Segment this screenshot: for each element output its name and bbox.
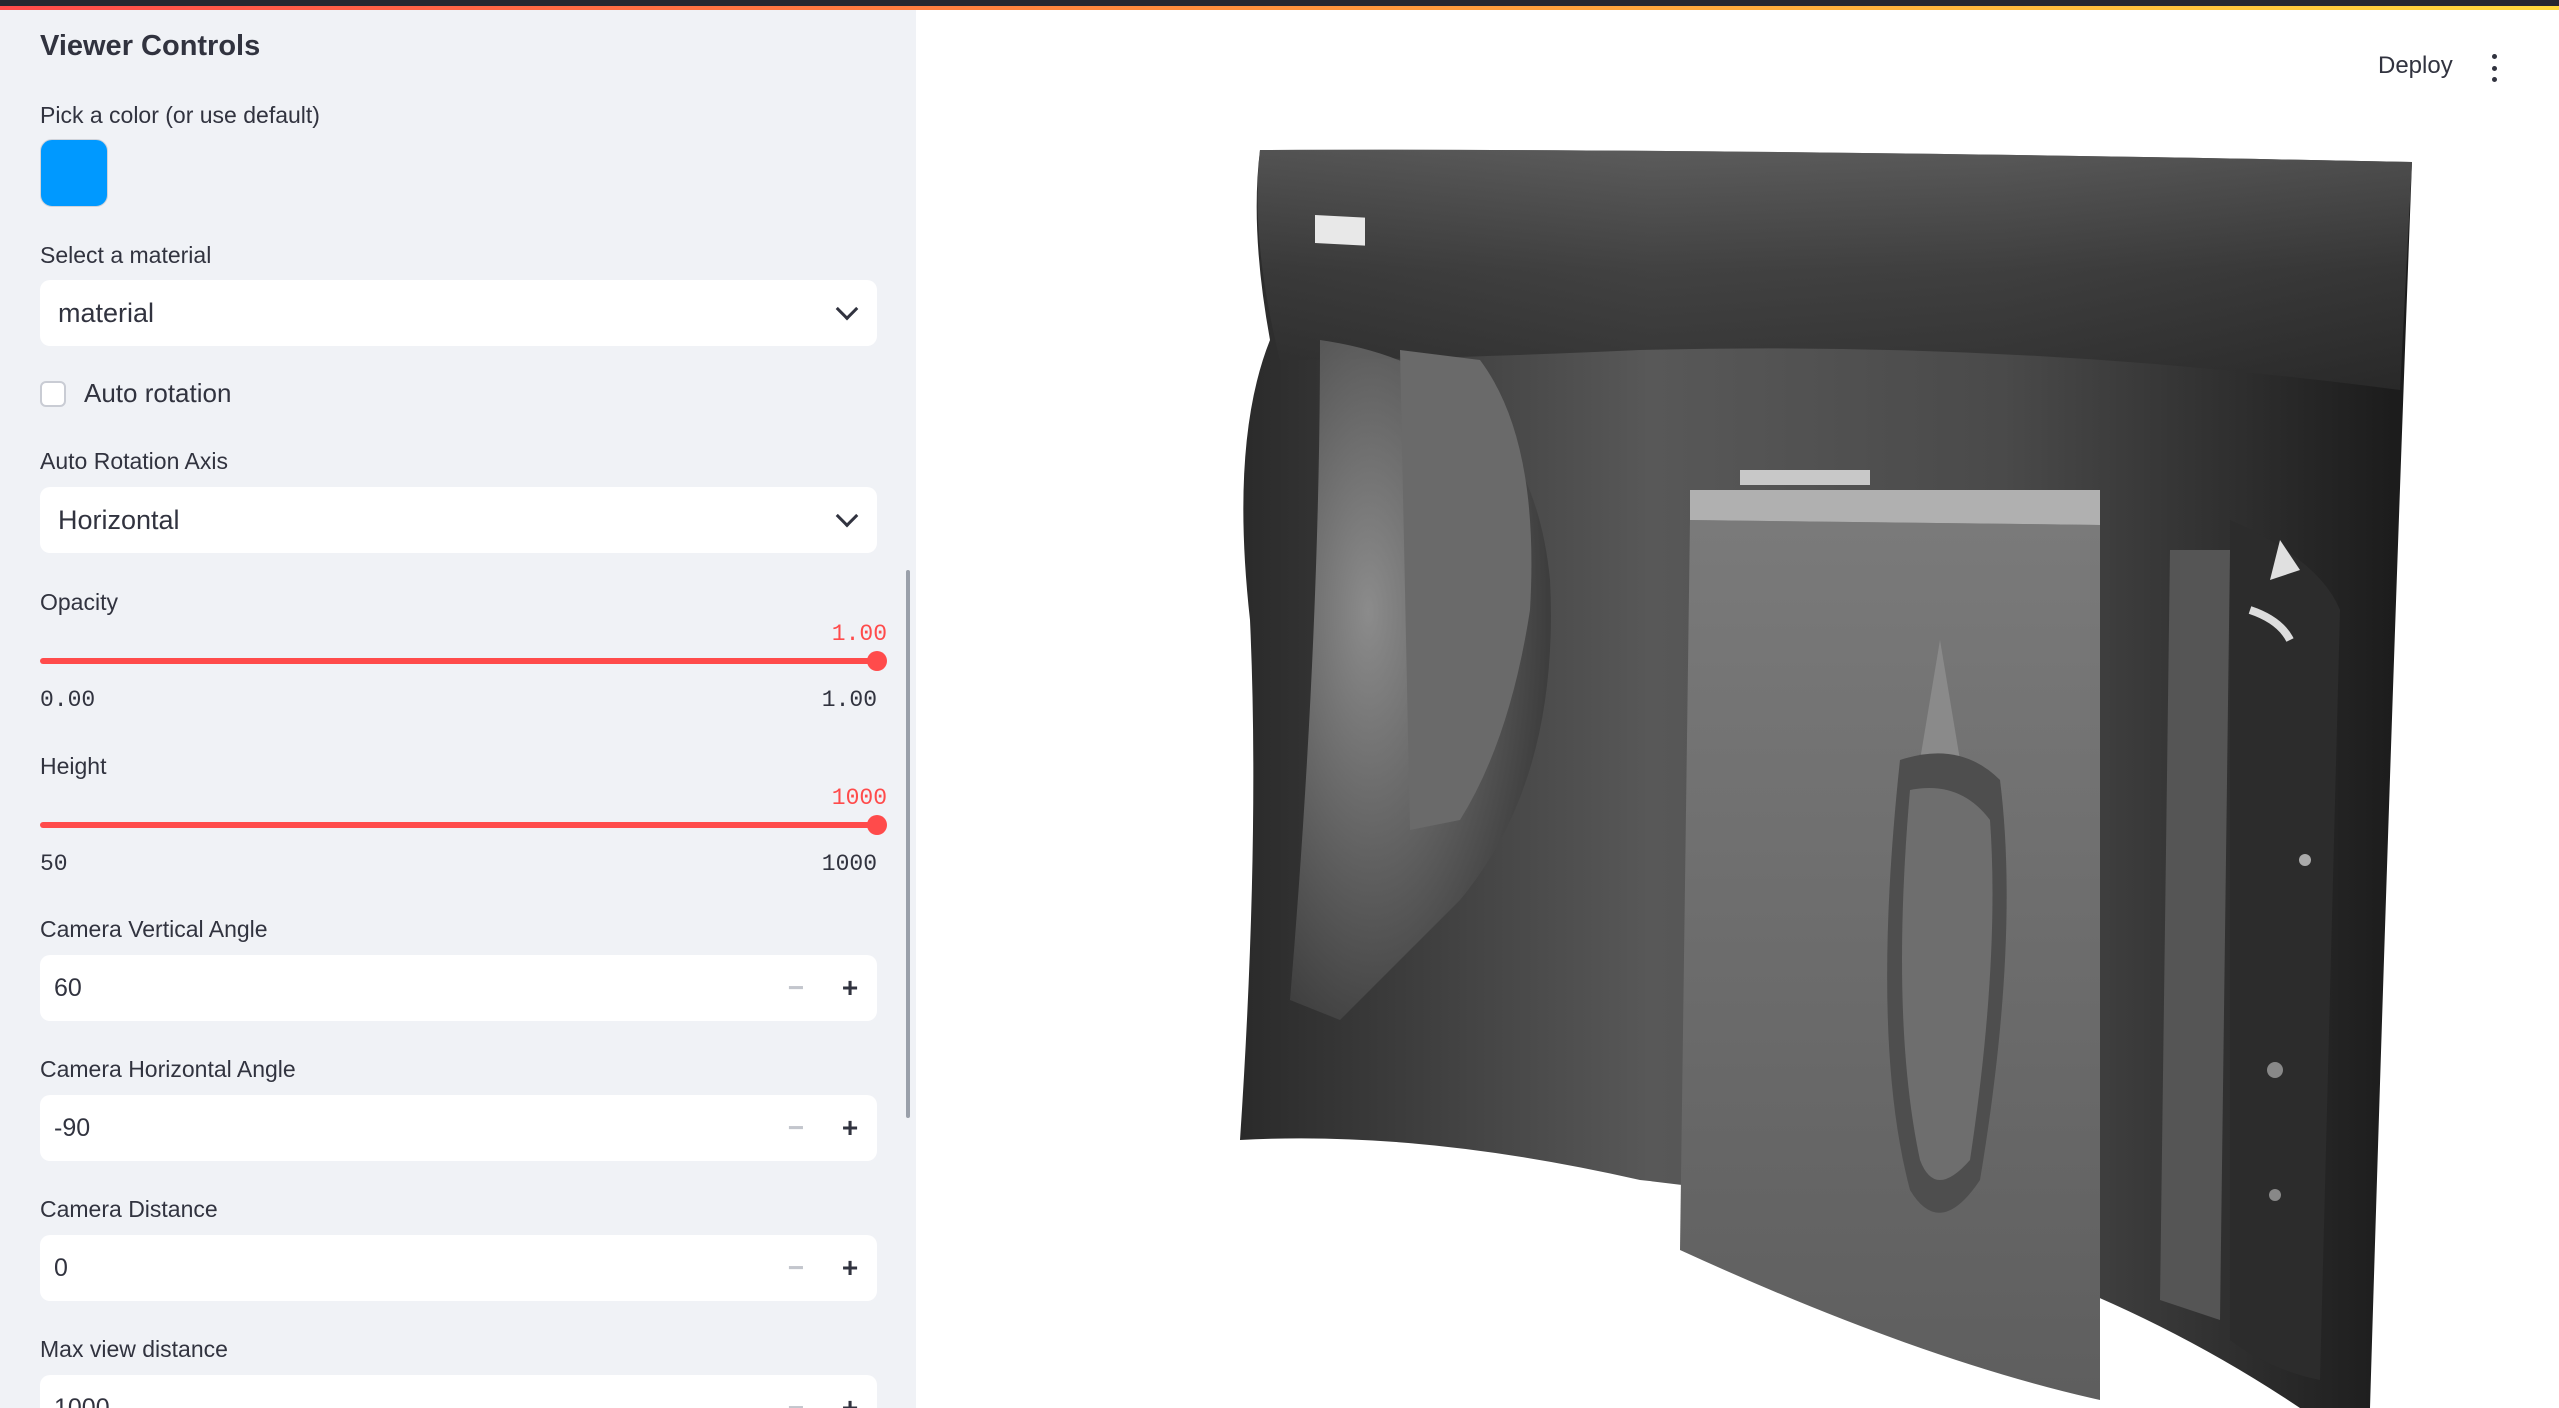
color-picker-swatch[interactable]: [40, 139, 108, 207]
auto-rotation-label: Auto rotation: [84, 378, 232, 408]
height-current-value: 1000: [831, 785, 887, 811]
height-min-label: 50: [40, 851, 68, 877]
3d-model-viewer[interactable]: [1220, 140, 2440, 1408]
camera-distance-value[interactable]: 0: [40, 1254, 769, 1283]
opacity-max-label: 1.00: [821, 687, 877, 713]
chevron-down-icon: [835, 504, 859, 528]
material-select-label: Select a material: [40, 242, 212, 268]
opacity-min-label: 0.00: [40, 687, 96, 713]
increment-button[interactable]: +: [823, 1095, 877, 1161]
increment-button[interactable]: +: [823, 1235, 877, 1301]
camera-distance-input[interactable]: 0 − +: [40, 1235, 877, 1301]
opacity-slider-thumb[interactable]: [867, 651, 887, 671]
scan-mesh: [1240, 149, 2412, 1408]
camera-vertical-input[interactable]: 60 − +: [40, 955, 877, 1021]
opacity-label: Opacity: [40, 589, 118, 615]
sidebar: Viewer Controls Pick a color (or use def…: [0, 0, 916, 1408]
height-label: Height: [40, 753, 107, 779]
sidebar-scrollbar[interactable]: [906, 570, 910, 1118]
opacity-current-value: 1.00: [831, 621, 887, 647]
camera-horizontal-input[interactable]: -90 − +: [40, 1095, 877, 1161]
app-decoration-stripe: [0, 0, 2559, 10]
decrement-button[interactable]: −: [769, 1235, 823, 1301]
camera-vertical-label: Camera Vertical Angle: [40, 916, 268, 942]
increment-button[interactable]: +: [823, 1375, 877, 1408]
camera-distance-label: Camera Distance: [40, 1196, 218, 1222]
opacity-slider-track[interactable]: [40, 658, 877, 664]
color-picker-label: Pick a color (or use default): [40, 102, 320, 128]
deploy-button[interactable]: Deploy: [2378, 52, 2453, 80]
max-view-distance-input[interactable]: 1000 − +: [40, 1375, 877, 1408]
chevron-down-icon: [835, 297, 859, 321]
rotation-axis-value: Horizontal: [58, 504, 180, 535]
auto-rotation-checkbox[interactable]: [40, 380, 66, 407]
height-max-label: 1000: [821, 851, 877, 877]
material-select-value: material: [58, 297, 155, 328]
max-view-distance-label: Max view distance: [40, 1336, 228, 1362]
rotation-axis-label: Auto Rotation Axis: [40, 448, 228, 474]
max-view-distance-value[interactable]: 1000: [40, 1394, 769, 1408]
sidebar-title: Viewer Controls: [40, 30, 261, 62]
height-slider-thumb[interactable]: [867, 815, 887, 835]
auto-rotation-checkbox-row[interactable]: Auto rotation: [40, 378, 231, 409]
rotation-axis-select[interactable]: Horizontal: [40, 487, 877, 553]
camera-horizontal-label: Camera Horizontal Angle: [40, 1056, 296, 1082]
decrement-button[interactable]: −: [769, 1095, 823, 1161]
increment-button[interactable]: +: [823, 955, 877, 1021]
material-select[interactable]: material: [40, 280, 877, 346]
decrement-button[interactable]: −: [769, 955, 823, 1021]
camera-horizontal-value[interactable]: -90: [40, 1114, 769, 1143]
kebab-menu-icon[interactable]: [2482, 54, 2506, 82]
decrement-button[interactable]: −: [769, 1375, 823, 1408]
height-slider-track[interactable]: [40, 822, 877, 828]
camera-vertical-value[interactable]: 60: [40, 974, 769, 1003]
